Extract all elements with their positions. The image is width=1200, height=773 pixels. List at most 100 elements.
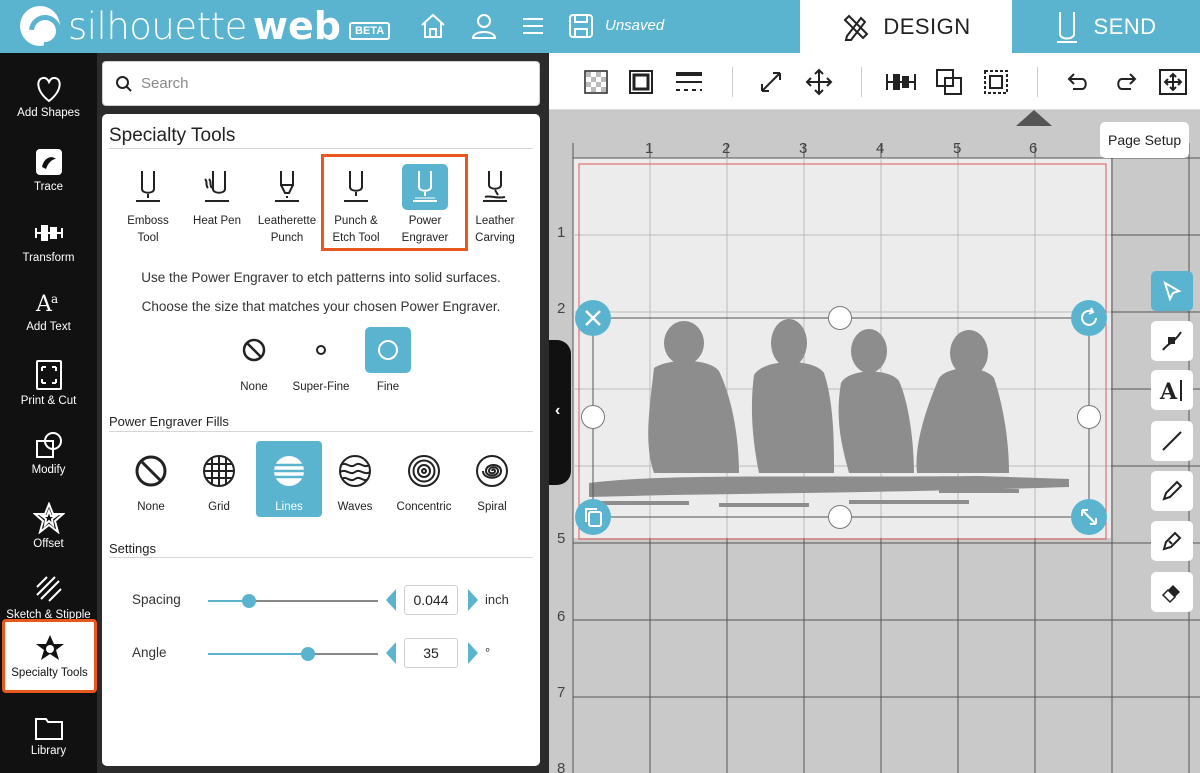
sidebar-item-add-text[interactable]: Aa Add Text bbox=[0, 275, 97, 345]
sidebar-item-modify[interactable]: Modify bbox=[0, 418, 97, 488]
fill-option-grid[interactable]: Grid bbox=[186, 441, 252, 517]
design-canvas[interactable] bbox=[549, 53, 1200, 773]
fine-circle-icon bbox=[378, 340, 398, 360]
user-icon[interactable] bbox=[470, 12, 498, 40]
sidebar-item-offset[interactable]: Offset bbox=[0, 490, 97, 560]
sidebar-item-library[interactable]: Library bbox=[0, 703, 97, 773]
sidebar-item-add-shapes[interactable]: Add Shapes bbox=[0, 63, 97, 133]
ruler-left-label: 8 bbox=[557, 760, 566, 773]
spacing-value-field[interactable]: 0.044 bbox=[404, 585, 458, 615]
save-icon[interactable] bbox=[567, 12, 595, 40]
delete-selection-button[interactable] bbox=[575, 300, 611, 336]
resize-handle-right[interactable] bbox=[1077, 405, 1101, 429]
redo-button[interactable] bbox=[1109, 65, 1143, 99]
rotate-selection-button[interactable] bbox=[1071, 300, 1107, 336]
description-line-2: Choose the size that matches your chosen… bbox=[141, 299, 501, 314]
angle-value-field[interactable]: 35 bbox=[404, 638, 458, 668]
app-logo[interactable]: silhouette web BETA bbox=[20, 4, 391, 48]
node-edit-tool-button[interactable] bbox=[1151, 321, 1193, 361]
spacing-slider-thumb[interactable] bbox=[241, 594, 256, 608]
angle-unit: ° bbox=[485, 645, 491, 660]
pointer-icon bbox=[1163, 280, 1182, 302]
angle-decrement-button[interactable] bbox=[386, 642, 396, 664]
tab-design[interactable]: DESIGN bbox=[800, 0, 1012, 53]
tool-emboss[interactable]: Emboss Tool bbox=[113, 164, 183, 247]
text-icon: Aa bbox=[35, 292, 58, 317]
home-icon[interactable] bbox=[419, 12, 447, 40]
tab-send[interactable]: SEND bbox=[1012, 0, 1200, 53]
divider bbox=[109, 557, 533, 558]
tool-leather-carving[interactable]: Leather Carving bbox=[460, 164, 530, 247]
pencil-tool-button[interactable] bbox=[1151, 471, 1193, 511]
waves-fill-icon bbox=[339, 455, 371, 487]
size-option-super-fine[interactable]: Super-Fine bbox=[285, 327, 357, 393]
fill-pattern-button[interactable] bbox=[579, 65, 613, 99]
fill-option-spiral[interactable]: Spiral bbox=[459, 441, 525, 517]
line-tool-button[interactable] bbox=[1151, 421, 1193, 461]
undo-button[interactable] bbox=[1061, 65, 1095, 99]
ruler-top-label: 4 bbox=[876, 140, 885, 157]
divider bbox=[109, 148, 533, 149]
fill-option-none[interactable]: None bbox=[118, 441, 184, 517]
move-button[interactable] bbox=[802, 65, 836, 99]
fill-option-concentric[interactable]: Concentric bbox=[391, 441, 457, 517]
scale-selection-button[interactable] bbox=[1071, 499, 1107, 535]
pen-tool-button[interactable] bbox=[1151, 521, 1193, 561]
scale-arrow-icon bbox=[1081, 509, 1097, 525]
page-setup-button[interactable]: Page Setup bbox=[1100, 122, 1190, 158]
resize-handle-left[interactable] bbox=[581, 405, 605, 429]
text-tool-button[interactable]: A bbox=[1151, 370, 1193, 410]
group-button[interactable] bbox=[979, 65, 1013, 99]
spacing-increment-button[interactable] bbox=[468, 589, 478, 611]
fill-label: Spiral bbox=[477, 501, 507, 513]
line-style-button[interactable] bbox=[672, 65, 706, 99]
pen-icon bbox=[1162, 531, 1182, 551]
fit-to-view-button[interactable] bbox=[1156, 65, 1190, 99]
size-option-fine[interactable]: Fine bbox=[352, 327, 424, 393]
sidebar-item-trace[interactable]: Trace bbox=[0, 135, 97, 205]
size-option-none[interactable]: None bbox=[218, 327, 290, 393]
arrange-button[interactable] bbox=[932, 65, 966, 99]
sidebar-item-label: Modify bbox=[31, 464, 66, 476]
angle-slider-thumb[interactable] bbox=[301, 647, 316, 661]
tool-heat-pen[interactable]: Heat Pen bbox=[182, 164, 252, 230]
sidebar-item-specialty-tools[interactable]: Specialty Tools bbox=[2, 619, 97, 693]
tool-label-line1: Leatherette bbox=[257, 215, 317, 227]
collapse-panel-button[interactable]: ‹ bbox=[549, 340, 571, 485]
tool-leatherette-punch[interactable]: Leatherette Punch bbox=[252, 164, 322, 247]
sidebar-item-label: Print & Cut bbox=[20, 395, 77, 407]
eraser-icon bbox=[1161, 585, 1180, 604]
angle-slider[interactable] bbox=[208, 647, 378, 661]
menu-icon[interactable] bbox=[519, 12, 547, 40]
eraser-tool-button[interactable] bbox=[1151, 572, 1193, 612]
search-input[interactable] bbox=[141, 75, 521, 92]
resize-handle-top[interactable] bbox=[828, 306, 852, 330]
size-label: None bbox=[240, 381, 268, 393]
sidebar-item-print-cut[interactable]: Print & Cut bbox=[0, 347, 97, 417]
folder-icon bbox=[34, 718, 63, 740]
scale-button[interactable] bbox=[754, 65, 788, 99]
divider bbox=[861, 67, 862, 97]
divider bbox=[109, 431, 533, 432]
fill-label: Waves bbox=[337, 501, 373, 513]
select-tool-button[interactable] bbox=[1151, 271, 1193, 311]
sidebar-item-transform[interactable]: Transform bbox=[0, 206, 97, 276]
sketch-icon bbox=[35, 576, 62, 602]
spacing-setting: Spacing 0.044 inch bbox=[102, 585, 540, 615]
search-bar[interactable] bbox=[102, 61, 540, 106]
spacing-decrement-button[interactable] bbox=[386, 589, 396, 611]
duplicate-selection-button[interactable] bbox=[575, 499, 611, 535]
divider bbox=[732, 67, 733, 97]
angle-increment-button[interactable] bbox=[468, 642, 478, 664]
ruler-left-label: 1 bbox=[557, 224, 566, 241]
align-button[interactable] bbox=[884, 65, 918, 99]
panel-title: Specialty Tools bbox=[109, 125, 236, 146]
fill-option-waves[interactable]: Waves bbox=[322, 441, 388, 517]
line-color-button[interactable] bbox=[624, 65, 658, 99]
fill-option-lines[interactable]: Lines bbox=[256, 441, 322, 517]
ruler-top-label: 3 bbox=[799, 140, 808, 157]
offset-star-icon bbox=[32, 502, 65, 534]
spacing-slider[interactable] bbox=[208, 594, 378, 608]
angle-setting: Angle 35 ° bbox=[102, 638, 540, 668]
resize-handle-bottom[interactable] bbox=[828, 505, 852, 529]
